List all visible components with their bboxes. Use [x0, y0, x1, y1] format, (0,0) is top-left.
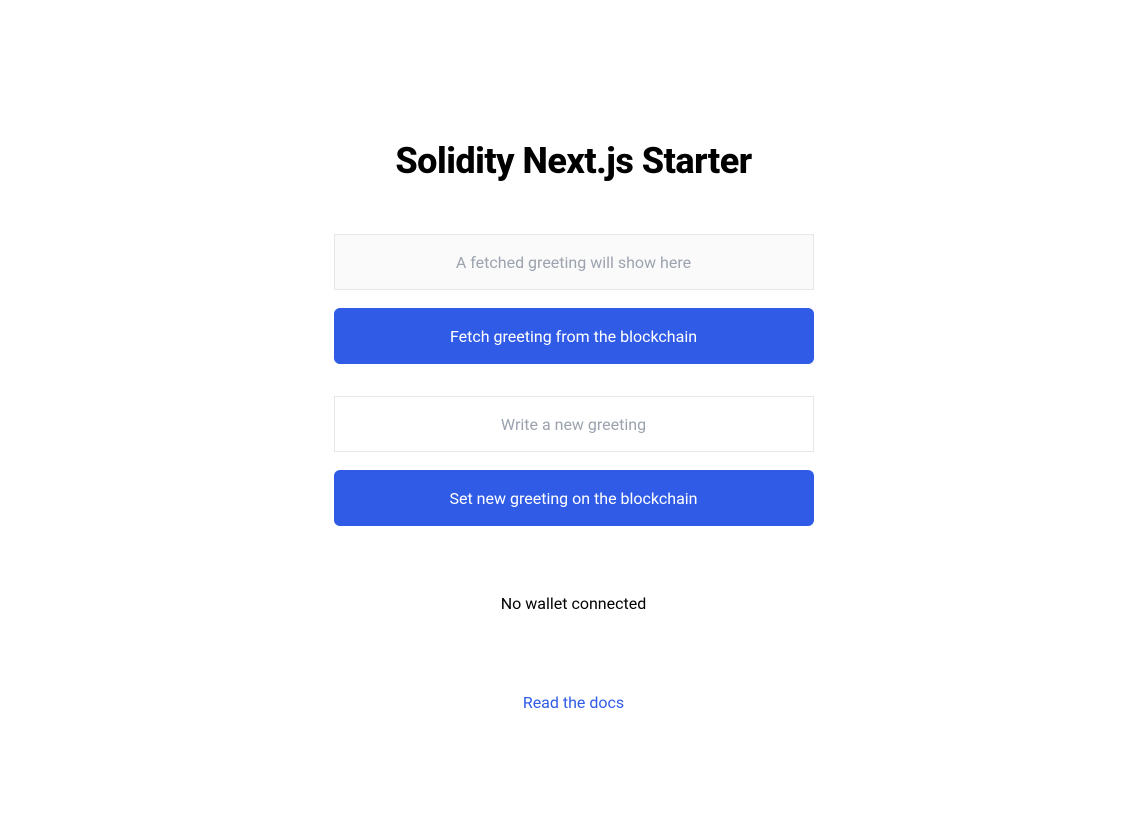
set-greeting-button[interactable]: Set new greeting on the blockchain [334, 470, 814, 526]
fetch-greeting-button[interactable]: Fetch greeting from the blockchain [334, 308, 814, 364]
set-greeting-button-label: Set new greeting on the blockchain [449, 489, 697, 508]
page-title: Solidity Next.js Starter [395, 140, 751, 182]
fetch-greeting-button-label: Fetch greeting from the blockchain [450, 327, 697, 346]
new-greeting-input[interactable] [334, 396, 814, 452]
greeting-display-text: A fetched greeting will show here [456, 253, 691, 272]
docs-link[interactable]: Read the docs [523, 693, 624, 712]
greeting-display: A fetched greeting will show here [334, 234, 814, 290]
wallet-status: No wallet connected [501, 594, 646, 613]
main-container: Solidity Next.js Starter A fetched greet… [334, 0, 814, 712]
